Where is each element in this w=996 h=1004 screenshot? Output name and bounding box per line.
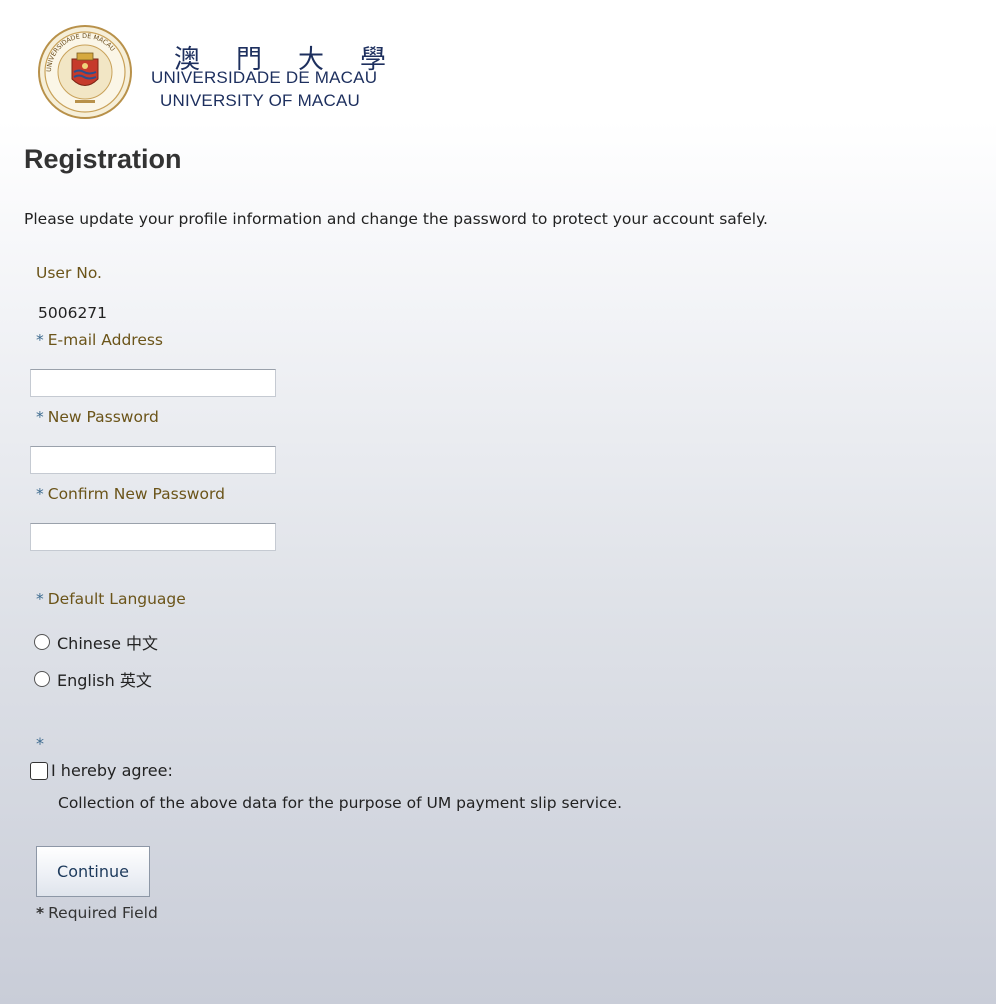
user-no-label: User No. — [36, 264, 102, 282]
page-title: Registration — [24, 144, 182, 174]
new-password-label: * New Password — [36, 408, 159, 426]
required-marker: * — [36, 485, 44, 503]
required-marker: * — [36, 408, 44, 426]
required-field-note: * Required Field — [36, 904, 158, 922]
agree-description: Collection of the above data for the pur… — [58, 794, 623, 812]
required-note-text: Required Field — [48, 904, 158, 922]
user-no-value: 5006271 — [38, 304, 108, 322]
required-marker: * — [36, 331, 44, 349]
university-logo: UNIVERSIDADE DE MACAU 澳 門 大 學 UNIVERSIDA… — [24, 16, 390, 126]
logo-english-name: UNIVERSITY OF MACAU — [160, 91, 360, 110]
radio-button[interactable] — [34, 671, 50, 687]
radio-button[interactable] — [34, 634, 50, 650]
email-label-text: E-mail Address — [47, 331, 164, 349]
agree-checkbox-row[interactable]: I hereby agree: — [30, 761, 173, 780]
confirm-password-label-text: Confirm New Password — [47, 485, 225, 503]
continue-button[interactable]: Continue — [36, 846, 150, 897]
new-password-label-text: New Password — [47, 408, 159, 426]
agree-required-marker: * — [36, 734, 44, 753]
language-label: * Default Language — [36, 590, 186, 608]
email-label: * E-mail Address — [36, 331, 163, 349]
language-option-chinese[interactable]: Chinese 中文 — [34, 630, 158, 654]
confirm-password-field[interactable] — [30, 523, 276, 551]
required-marker: * — [36, 590, 44, 608]
required-marker: * — [36, 904, 45, 922]
email-field[interactable] — [30, 369, 276, 397]
language-label-text: Default Language — [47, 590, 186, 608]
language-option-label: English 英文 — [57, 671, 152, 690]
new-password-field[interactable] — [30, 446, 276, 474]
agree-label: I hereby agree: — [51, 761, 173, 780]
language-option-english[interactable]: English 英文 — [34, 667, 152, 691]
agree-checkbox[interactable] — [30, 761, 48, 780]
confirm-password-label: * Confirm New Password — [36, 485, 225, 503]
intro-text: Please update your profile information a… — [24, 210, 768, 228]
language-option-label: Chinese 中文 — [57, 634, 159, 653]
logo-portuguese-name: UNIVERSIDADE DE MACAU — [151, 68, 378, 87]
university-seal-icon: UNIVERSIDADE DE MACAU — [38, 25, 132, 119]
